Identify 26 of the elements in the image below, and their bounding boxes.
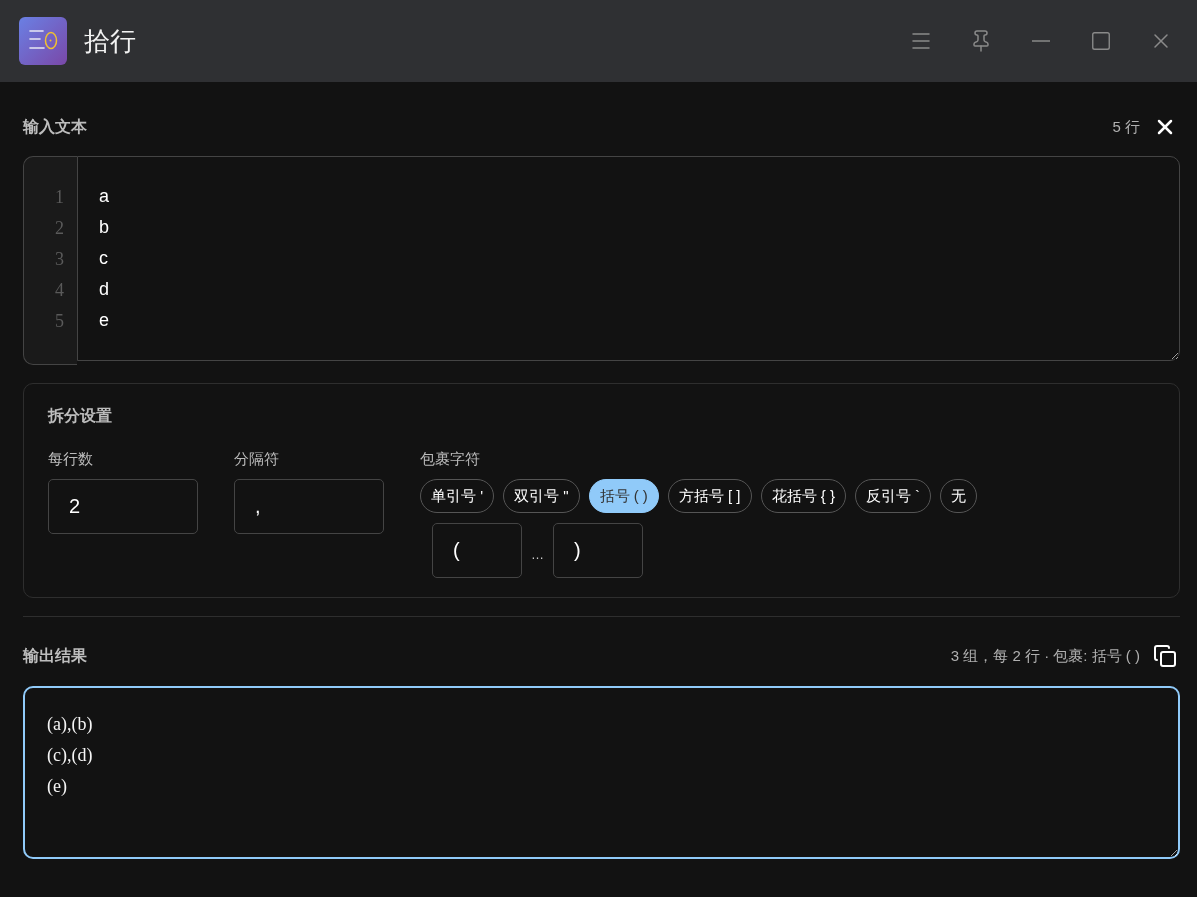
copy-icon xyxy=(1153,644,1177,668)
open-char-input-field[interactable]: ( xyxy=(432,523,522,578)
field-label: 分隔符 xyxy=(234,449,279,469)
maximize-icon xyxy=(1090,30,1112,52)
number-input-field[interactable]: 2 xyxy=(48,479,198,534)
section-title: 输入文本 xyxy=(23,116,87,137)
output-text-field[interactable]: (a),(b) (c),(d) (e) xyxy=(23,686,1180,859)
card-title: 拆分设置 xyxy=(48,406,112,426)
line-number: 3 xyxy=(55,248,64,271)
line-number: 5 xyxy=(55,310,64,333)
section-title: 输出结果 xyxy=(23,645,87,666)
output-summary: 3 组，每 2 行 · 包裹: 括号 ( ) xyxy=(950,646,1140,666)
separator-input-field[interactable]: , xyxy=(234,479,384,534)
line-number: 4 xyxy=(55,279,64,302)
line-number: 2 xyxy=(55,217,64,240)
minimize-icon xyxy=(1032,40,1050,42)
wrap-option-chip[interactable]: 括号 ( ) xyxy=(588,479,659,513)
range-ellipsis: … xyxy=(531,547,544,564)
field-label: 每行数 xyxy=(48,449,93,469)
window-title: 拾行 xyxy=(84,24,136,58)
input-text-field[interactable]: a b c d e xyxy=(77,156,1180,361)
close-char-input-field[interactable]: ) xyxy=(553,523,643,578)
line-count: 5 行 xyxy=(1112,117,1140,137)
field-label: 包裹字符 xyxy=(420,449,480,469)
line-number: 1 xyxy=(55,186,64,209)
app-logo xyxy=(19,17,67,65)
